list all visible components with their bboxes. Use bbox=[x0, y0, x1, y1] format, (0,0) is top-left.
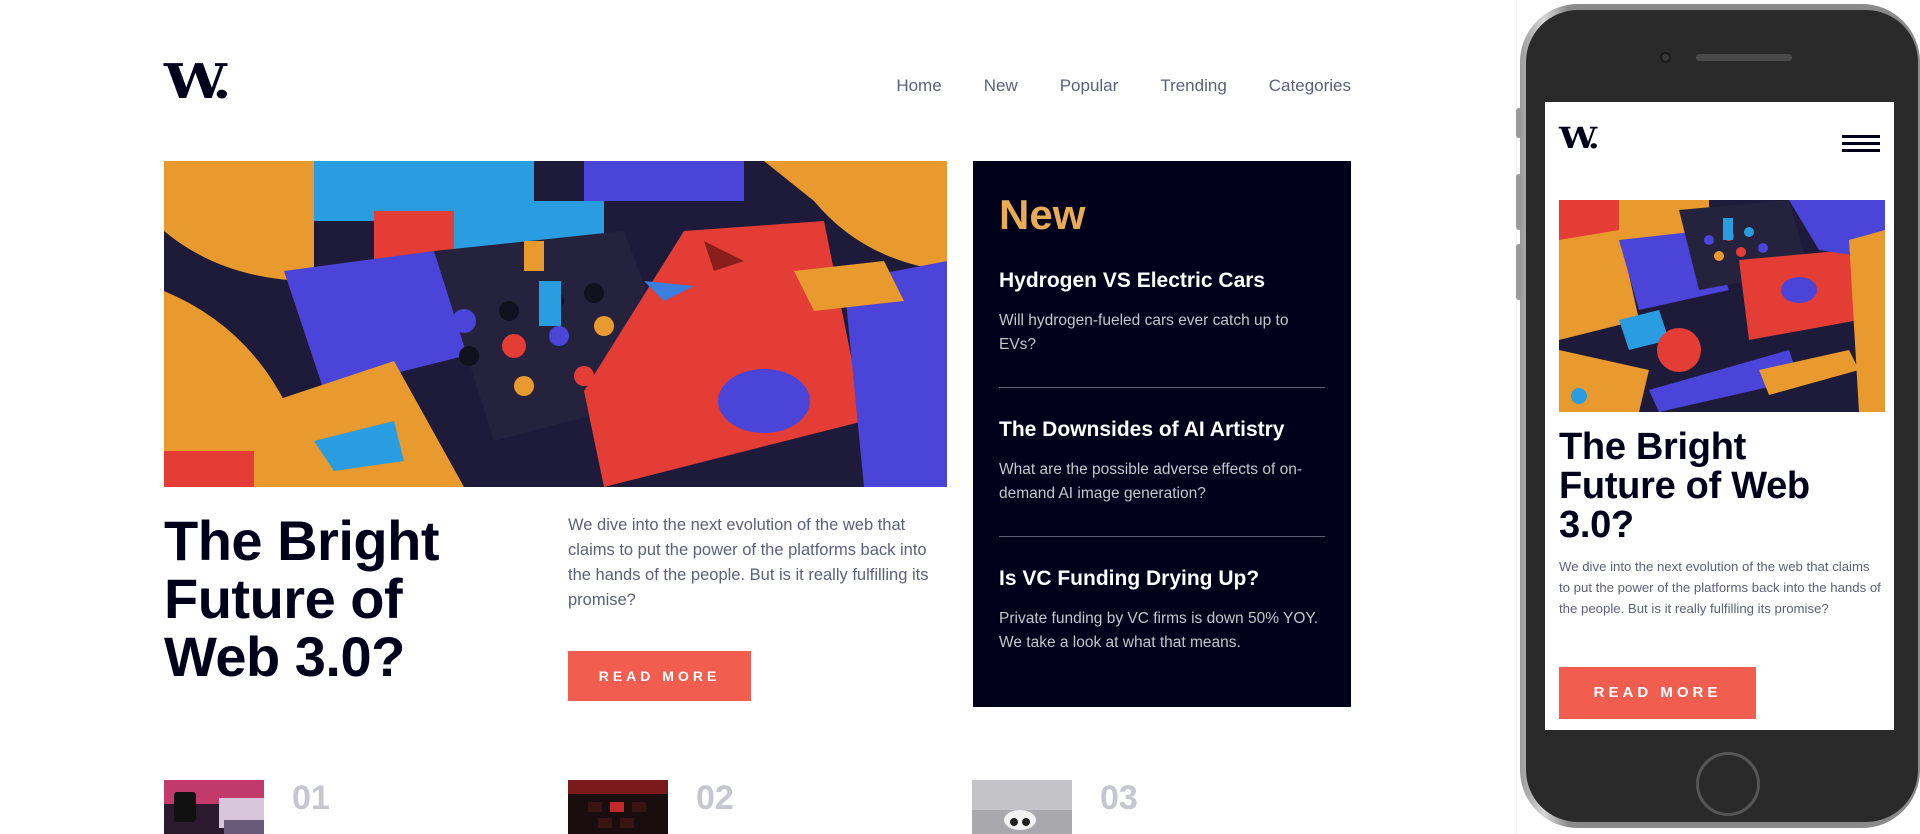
front-camera bbox=[1660, 52, 1671, 63]
ranked-article-item[interactable]: 02 bbox=[568, 780, 972, 834]
new-article-item: Is VC Funding Drying Up? Private funding… bbox=[999, 567, 1325, 685]
ranked-articles: 01 02 03 bbox=[164, 780, 1376, 834]
mobile-phone-frame: W. The Bright Future of Web 3.0? We dive… bbox=[1516, 4, 1920, 828]
new-articles-panel: New Hydrogen VS Electric Cars Will hydro… bbox=[973, 161, 1351, 707]
ranked-article-item[interactable]: 01 bbox=[164, 780, 568, 834]
main-nav: Home New Popular Trending Categories bbox=[896, 76, 1351, 96]
hero-title: The Bright Future of Web 3.0? bbox=[164, 509, 439, 688]
hero-description: We dive into the next evolution of the w… bbox=[568, 516, 929, 609]
abstract-blocks-illustration bbox=[164, 161, 947, 487]
nav-item-home[interactable]: Home bbox=[896, 76, 941, 96]
new-article-title[interactable]: Hydrogen VS Electric Cars bbox=[999, 269, 1325, 293]
rank-number: 03 bbox=[1100, 779, 1138, 817]
desktop-view: W. Home New Popular Trending Categories bbox=[0, 0, 1516, 834]
phone-volume-down bbox=[1516, 244, 1522, 300]
keyboard-image bbox=[568, 780, 668, 834]
mobile-screen: W. The Bright Future of Web 3.0? We dive… bbox=[1545, 102, 1894, 730]
phone-mute-switch bbox=[1516, 108, 1522, 138]
gaming-controller-image bbox=[972, 780, 1072, 834]
phone-home-button bbox=[1696, 752, 1760, 816]
retro-pc-image bbox=[164, 780, 264, 834]
hero-image bbox=[164, 161, 947, 487]
nav-item-trending[interactable]: Trending bbox=[1160, 76, 1226, 96]
nav-item-new[interactable]: New bbox=[984, 76, 1018, 96]
new-article-text: Will hydrogen-fueled cars ever catch up … bbox=[999, 312, 1289, 353]
mobile-hero-description: We dive into the next evolution of the w… bbox=[1559, 559, 1881, 616]
mobile-hero-image bbox=[1559, 200, 1885, 412]
new-article-title[interactable]: The Downsides of AI Artistry bbox=[999, 418, 1325, 442]
nav-item-popular[interactable]: Popular bbox=[1060, 76, 1119, 96]
new-article-item: The Downsides of AI Artistry What are th… bbox=[999, 418, 1325, 537]
new-article-text: What are the possible adverse effects of… bbox=[999, 461, 1302, 502]
new-article-title[interactable]: Is VC Funding Drying Up? bbox=[999, 567, 1325, 591]
site-logo[interactable]: W. bbox=[164, 58, 232, 106]
phone-volume-up bbox=[1516, 174, 1522, 230]
nav-item-categories[interactable]: Categories bbox=[1269, 76, 1351, 96]
mobile-hero-title: The Bright Future of Web 3.0? bbox=[1559, 426, 1810, 546]
mobile-read-more-button[interactable]: READ MORE bbox=[1559, 667, 1756, 719]
rank-number: 01 bbox=[292, 779, 330, 817]
new-article-text: Private funding by VC firms is down 50% … bbox=[999, 610, 1319, 651]
ranked-article-item[interactable]: 03 bbox=[972, 780, 1376, 834]
new-article-item: Hydrogen VS Electric Cars Will hydrogen-… bbox=[999, 269, 1325, 388]
abstract-blocks-illustration bbox=[1559, 200, 1885, 412]
phone-speaker bbox=[1696, 54, 1792, 61]
rank-number: 02 bbox=[696, 779, 734, 817]
new-panel-title: New bbox=[999, 191, 1086, 238]
hamburger-icon[interactable] bbox=[1842, 135, 1880, 153]
mobile-site-logo[interactable]: W. bbox=[1559, 124, 1600, 153]
read-more-button[interactable]: READ MORE bbox=[568, 651, 751, 701]
